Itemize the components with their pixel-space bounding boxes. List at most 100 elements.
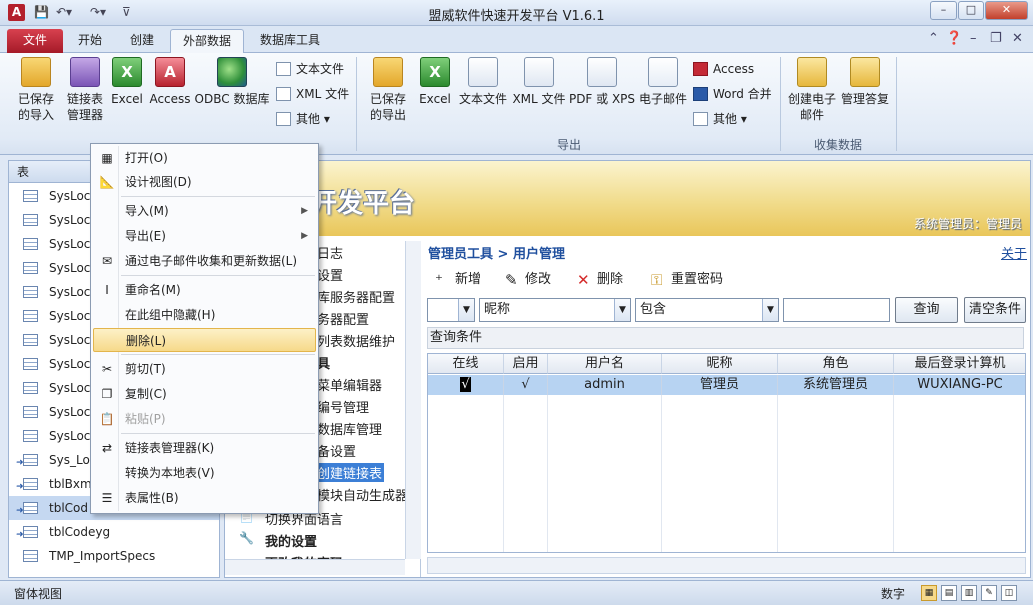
doc-close-icon[interactable]: ✕ bbox=[1012, 31, 1023, 46]
ctx-design-view[interactable]: 📐 设计视图(D) bbox=[93, 170, 316, 194]
about-link[interactable]: 关于 bbox=[1001, 243, 1027, 262]
tab-home[interactable]: 开始 bbox=[66, 29, 114, 53]
group-separator bbox=[356, 57, 357, 151]
grid-cell-username[interactable]: admin bbox=[548, 375, 662, 395]
grid-header-enabled[interactable]: 启用 bbox=[504, 354, 548, 374]
menu-tree-item[interactable]: 日志 bbox=[317, 243, 343, 262]
ctx-convert-to-local[interactable]: 转换为本地表(V) bbox=[93, 461, 316, 485]
menu-tree-item[interactable]: 编号管理 bbox=[317, 397, 369, 416]
ctx-hide-in-group[interactable]: 在此组中隐藏(H) bbox=[93, 303, 316, 327]
menu-tree-item-selected[interactable]: 创建链接表 bbox=[315, 463, 385, 482]
menu-tree-group[interactable]: 我的设置 bbox=[265, 531, 317, 550]
ctx-copy[interactable]: ❐ 复制(C) bbox=[93, 382, 316, 406]
linked-table-manager-button[interactable]: 链接表管理器 bbox=[62, 57, 108, 123]
tab-database-tools[interactable]: 数据库工具 bbox=[248, 29, 332, 53]
menu-tree-item[interactable]: 模块自动生成器 bbox=[317, 485, 408, 504]
window-title: 盟威软件快速开发平台 V1.6.1 bbox=[428, 9, 605, 24]
ctx-export[interactable]: 导出(E) ▶ bbox=[93, 224, 316, 248]
grid-header-last-login-pc[interactable]: 最后登录计算机 bbox=[894, 354, 1025, 374]
export-access-button[interactable]: Access bbox=[693, 59, 754, 79]
menu-tree-item[interactable]: 数据库管理 bbox=[317, 419, 382, 438]
ctx-import[interactable]: 导入(M) ▶ bbox=[93, 199, 316, 223]
import-other-button[interactable]: 其他 ▾ bbox=[276, 109, 330, 129]
grid-header-nickname[interactable]: 昵称 bbox=[662, 354, 778, 374]
create-email-button[interactable]: 创建电子邮件 bbox=[784, 57, 840, 123]
layout-view-icon[interactable]: ▥ bbox=[961, 585, 977, 601]
tab-file[interactable]: 文件 bbox=[7, 29, 63, 53]
word-merge-button[interactable]: Word 合并 bbox=[693, 84, 772, 104]
grid-cell-last-login-pc[interactable]: WUXIANG-PC bbox=[894, 375, 1025, 395]
nav-table-item[interactable]: TMP_ImportSpecs bbox=[9, 544, 219, 568]
grid-column-divider bbox=[661, 395, 662, 552]
ctx-cut[interactable]: ✂ 剪切(T) bbox=[93, 357, 316, 381]
import-access-button[interactable]: A Access bbox=[147, 57, 193, 107]
help-icon[interactable]: ❓ bbox=[946, 31, 962, 46]
ribbon-collapse-icon[interactable]: ⌃ bbox=[928, 31, 939, 46]
import-odbc-button[interactable]: ODBC 数据库 bbox=[193, 57, 271, 107]
edit-button[interactable]: ✎ 修改 bbox=[505, 269, 551, 291]
ctx-open[interactable]: ▦ 打开(O) bbox=[93, 146, 316, 170]
import-xml-button[interactable]: XML 文件 bbox=[276, 84, 349, 104]
table-icon bbox=[23, 382, 38, 394]
minimize-button[interactable]: – bbox=[930, 1, 957, 20]
delete-button[interactable]: ✕ 删除 bbox=[577, 269, 623, 291]
add-button[interactable]: ⁺ 新增 bbox=[435, 269, 481, 291]
menu-tree-item[interactable]: 务器配置 bbox=[317, 309, 369, 328]
pivot-view-icon[interactable]: ◫ bbox=[1001, 585, 1017, 601]
ctx-delete[interactable]: 删除(L) bbox=[93, 328, 316, 352]
ctx-table-properties[interactable]: ☰ 表属性(B) bbox=[93, 486, 316, 510]
import-excel-button[interactable]: X Excel bbox=[108, 57, 146, 107]
grid-column-divider bbox=[547, 395, 548, 552]
grid-horizontal-scrollbar[interactable] bbox=[427, 557, 1026, 574]
copy-icon: ❐ bbox=[101, 387, 113, 401]
reset-password-button[interactable]: ⚿ 重置密码 bbox=[651, 269, 723, 291]
menu-tree-vertical-scrollbar[interactable] bbox=[405, 241, 421, 559]
close-button[interactable]: ✕ bbox=[985, 1, 1028, 20]
export-other-button[interactable]: 其他 ▾ bbox=[693, 109, 747, 129]
export-text-file-button[interactable]: 文本文件 bbox=[456, 57, 510, 107]
menu-tree-item[interactable]: 备设置 bbox=[317, 441, 356, 460]
datasheet-view-icon[interactable]: ▤ bbox=[941, 585, 957, 601]
menu-tree-item[interactable]: 设置 bbox=[317, 265, 343, 284]
doc-restore-icon[interactable]: ❐ bbox=[990, 31, 1002, 46]
maximize-button[interactable]: □ bbox=[958, 1, 984, 20]
field-select[interactable]: 昵称 ▼ bbox=[479, 298, 631, 322]
menu-tree-item[interactable]: 列表数据维护 bbox=[317, 331, 395, 350]
export-xml-button[interactable]: XML 文件 bbox=[510, 57, 568, 107]
menu-tree-item[interactable]: 库服务器配置 bbox=[317, 287, 395, 306]
nav-linked-table-item[interactable]: ➜ tblCodeyg bbox=[9, 520, 219, 544]
form-view-icon[interactable]: ▦ bbox=[921, 585, 937, 601]
grid-header-role[interactable]: 角色 bbox=[778, 354, 894, 374]
grid-cell-online[interactable]: √ bbox=[428, 375, 504, 395]
query-button[interactable]: 查询 bbox=[895, 297, 958, 323]
manage-replies-button[interactable]: 管理答复 bbox=[838, 57, 892, 107]
users-grid: 在线 启用 用户名 昵称 角色 最后登录计算机 √ √ admin 管理员 系统… bbox=[427, 353, 1026, 553]
ctx-email-collect[interactable]: ✉ 通过电子邮件收集和更新数据(L) bbox=[93, 249, 316, 273]
export-email-button[interactable]: 电子邮件 bbox=[636, 57, 690, 107]
saved-imports-button[interactable]: 已保存的导入 bbox=[8, 57, 64, 123]
ctx-rename[interactable]: I 重命名(M) bbox=[93, 278, 316, 302]
tab-external-data[interactable]: 外部数据 bbox=[170, 29, 245, 53]
group-select[interactable]: ▼ bbox=[427, 298, 475, 322]
doc-minimize-icon[interactable]: – bbox=[970, 31, 977, 46]
import-text-file-button[interactable]: 文本文件 bbox=[276, 59, 344, 79]
ctx-linked-table-manager[interactable]: ⇄ 链接表管理器(K) bbox=[93, 436, 316, 460]
export-pdf-button[interactable]: PDF 或 XPS bbox=[568, 57, 636, 107]
table-icon bbox=[23, 526, 38, 538]
menu-tree-item[interactable]: 菜单编辑器 bbox=[317, 375, 382, 394]
saved-exports-button[interactable]: 已保存的导出 bbox=[360, 57, 416, 123]
tab-create[interactable]: 创建 bbox=[118, 29, 166, 53]
grid-cell-enabled[interactable]: √ bbox=[504, 375, 548, 395]
status-bar: 窗体视图 数字 ▦ ▤ ▥ ✎ ◫ bbox=[0, 580, 1033, 605]
export-excel-button[interactable]: X Excel bbox=[416, 57, 454, 107]
operator-select[interactable]: 包含 ▼ bbox=[635, 298, 779, 322]
clear-conditions-button[interactable]: 清空条件 bbox=[964, 297, 1026, 323]
design-view-icon[interactable]: ✎ bbox=[981, 585, 997, 601]
grid-header-online[interactable]: 在线 bbox=[428, 354, 504, 374]
grid-cell-role[interactable]: 系统管理员 bbox=[778, 375, 894, 395]
xml-export-icon bbox=[524, 57, 554, 87]
query-value-input[interactable] bbox=[783, 298, 890, 322]
grid-cell-nickname[interactable]: 管理员 bbox=[662, 375, 778, 395]
grid-header-username[interactable]: 用户名 bbox=[548, 354, 662, 374]
menu-tree-horizontal-scrollbar[interactable] bbox=[225, 559, 405, 575]
